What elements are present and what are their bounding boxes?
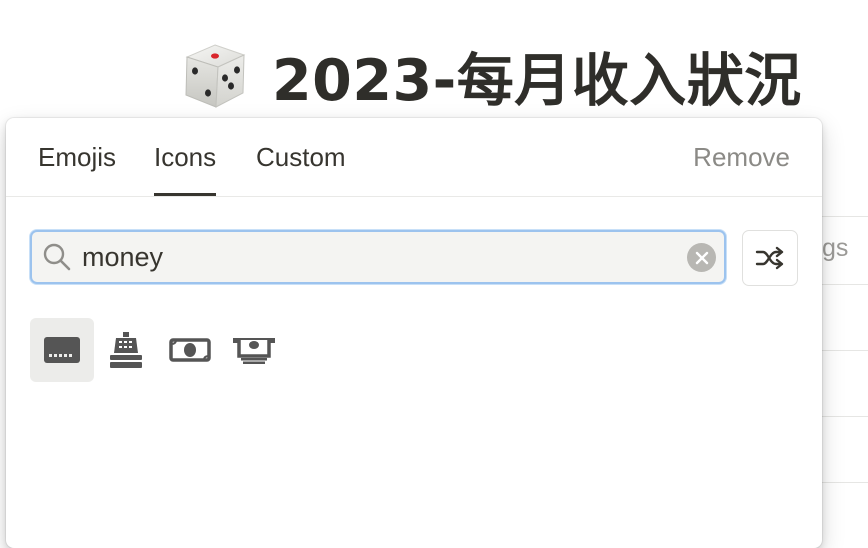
tab-custom[interactable]: Custom	[256, 142, 346, 173]
icon-option-banknote[interactable]	[158, 318, 222, 382]
icon-picker-popover: Emojis Icons Custom Remove	[6, 118, 822, 548]
table-row-divider	[822, 350, 868, 351]
search-input[interactable]	[82, 238, 662, 276]
picker-tabs: Emojis Icons Custom Remove	[6, 118, 822, 197]
tab-icons[interactable]: Icons	[154, 142, 217, 196]
icon-option-money-tray[interactable]	[222, 318, 286, 382]
clear-search-button[interactable]	[687, 243, 716, 272]
page-header: 2023-每月收入狀況	[180, 38, 802, 114]
remove-button[interactable]: Remove	[693, 142, 790, 173]
background-table: gs	[822, 216, 868, 536]
search-box	[30, 230, 726, 284]
page-title[interactable]: 2023-每月收入狀況	[272, 35, 802, 117]
table-header-fragment: gs	[822, 234, 849, 262]
credit-card-icon	[44, 337, 80, 363]
icon-results-grid	[30, 318, 286, 382]
table-row-divider	[822, 216, 868, 217]
table-row-divider	[822, 482, 868, 483]
icon-option-cash-register[interactable]	[94, 318, 158, 382]
shuffle-icon	[755, 246, 784, 270]
random-icon-button[interactable]	[742, 230, 798, 286]
money-tray-icon	[233, 338, 275, 364]
search-icon	[43, 243, 71, 271]
cash-register-icon	[110, 332, 142, 368]
table-row-divider	[822, 284, 868, 285]
table-row-divider	[822, 416, 868, 417]
banknote-icon	[169, 338, 211, 362]
tab-emojis[interactable]: Emojis	[38, 142, 116, 173]
icon-option-credit-card[interactable]	[30, 318, 94, 382]
game-die-icon[interactable]	[180, 41, 250, 111]
close-icon	[695, 251, 708, 264]
